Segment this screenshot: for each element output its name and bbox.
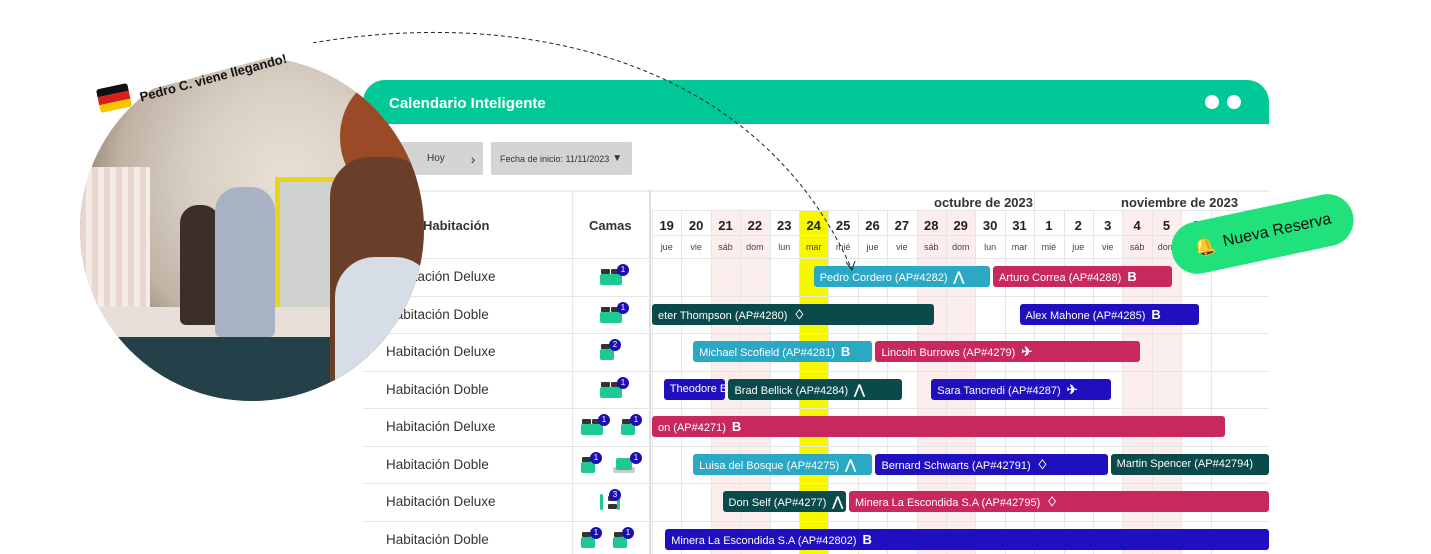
notification-text: Nueva Reserva (1221, 210, 1333, 251)
